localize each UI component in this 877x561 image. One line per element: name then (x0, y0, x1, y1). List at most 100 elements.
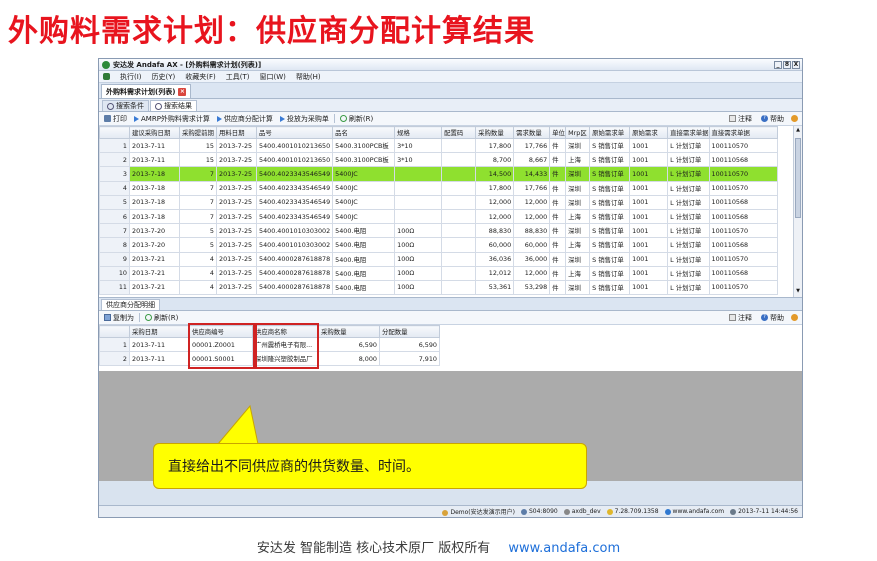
table-cell[interactable]: 8,700 (475, 152, 515, 168)
table-cell[interactable]: 100110570 (708, 180, 778, 196)
table-cell[interactable]: 36,036 (475, 251, 515, 267)
menu-favorites[interactable]: 收藏夹(F) (185, 72, 216, 82)
table-cell[interactable]: 2013-7-11 (129, 152, 180, 168)
table-cell[interactable]: 12,000 (475, 208, 515, 225)
tab-search-results[interactable]: 搜索结果 (150, 100, 197, 111)
table-cell[interactable]: L 计划订单 (667, 265, 710, 281)
lower-refresh-button[interactable]: 刷新(R) (143, 312, 180, 323)
table-cell[interactable] (441, 237, 477, 253)
table-cell[interactable]: 5400.4001010303002 (255, 223, 334, 239)
table-cell[interactable]: 14,500 (475, 166, 515, 182)
table-cell[interactable]: 100110568 (708, 194, 778, 210)
table-cell[interactable]: 深圳 (565, 194, 591, 210)
table-cell[interactable]: 60,000 (513, 237, 551, 253)
table-cell[interactable]: 1001 (629, 279, 669, 296)
table-cell[interactable]: 100Ω (394, 237, 443, 253)
table-row[interactable]: 3 2013-7-18 7 2013-7-25 5400.4023343546549 54… (99, 166, 778, 182)
table-cell[interactable]: 100110568 (708, 265, 778, 281)
table-cell[interactable]: 8,667 (513, 152, 551, 168)
maximize-button[interactable]: 8 (783, 60, 791, 69)
table-cell[interactable]: 12,000 (475, 194, 515, 210)
table-cell[interactable]: 2013-7-25 (216, 223, 257, 239)
table-cell[interactable]: 深圳 (565, 180, 591, 196)
table-cell[interactable]: L 计划订单 (667, 166, 710, 182)
table-cell[interactable]: S 销售订单 (589, 152, 631, 168)
table-cell[interactable]: L 计划订单 (667, 180, 710, 196)
table-cell[interactable]: 5 (179, 237, 217, 253)
table-cell[interactable] (441, 208, 477, 225)
table-cell[interactable] (441, 194, 477, 210)
table-cell[interactable]: 7,910 (379, 351, 440, 367)
table-cell[interactable]: 2013-7-20 (129, 223, 180, 239)
column-header[interactable]: 配置码 (441, 126, 477, 139)
table-cell[interactable]: 2013-7-21 (129, 251, 180, 267)
table-cell[interactable]: 7 (179, 166, 217, 182)
table-cell[interactable]: 件 (549, 137, 567, 154)
table-cell[interactable]: 7 (179, 208, 217, 225)
table-cell[interactable]: 2013-7-25 (216, 279, 257, 296)
table-cell[interactable] (441, 251, 477, 267)
column-header[interactable]: 原始需求单 (589, 126, 631, 139)
table-cell[interactable] (441, 180, 477, 196)
column-header[interactable]: 采购日期 (129, 325, 190, 338)
column-header[interactable]: 品号 (255, 126, 334, 139)
table-cell[interactable]: 2013-7-21 (129, 279, 180, 296)
table-cell[interactable]: 6,590 (318, 336, 380, 353)
table-cell[interactable]: 53,298 (513, 279, 551, 296)
table-cell[interactable]: S 销售订单 (589, 180, 631, 196)
table-cell[interactable]: 100Ω (394, 223, 443, 239)
table-cell[interactable]: 100110568 (708, 152, 778, 168)
release-po-button[interactable]: 投放为采购单 (278, 113, 331, 124)
table-cell[interactable]: 1001 (629, 208, 669, 225)
table-cell[interactable]: 1001 (629, 152, 669, 168)
lower-note-button[interactable]: 注释 (727, 312, 754, 323)
table-cell[interactable]: 1001 (629, 251, 669, 267)
table-cell[interactable]: 5400JC (332, 166, 396, 182)
table-cell[interactable]: 件 (549, 180, 567, 196)
table-cell[interactable]: 2013-7-25 (216, 137, 257, 154)
table-cell[interactable]: 5400.电阻 (332, 279, 396, 296)
table-cell[interactable]: 深圳 (565, 223, 591, 239)
table-cell[interactable]: 深圳 (565, 279, 591, 296)
table-cell[interactable]: 2013-7-25 (216, 251, 257, 267)
table-cell[interactable] (441, 279, 477, 296)
table-cell[interactable]: 100110570 (708, 279, 778, 296)
table-row[interactable]: 4 2013-7-18 7 2013-7-25 5400.4023343546549 54… (99, 180, 778, 196)
table-cell[interactable]: 2013-7-25 (216, 208, 257, 225)
table-cell[interactable]: 8,000 (318, 351, 380, 367)
tab-search-criteria[interactable]: 搜索条件 (102, 100, 149, 111)
menu-history[interactable]: 历史(Y) (152, 72, 176, 82)
print-button[interactable]: 打印 (102, 113, 129, 124)
table-cell[interactable]: 17,800 (475, 137, 515, 154)
table-cell[interactable]: 60,000 (475, 237, 515, 253)
column-header[interactable]: 分配数量 (379, 325, 440, 338)
table-cell[interactable] (441, 152, 477, 168)
table-cell[interactable]: 件 (549, 279, 567, 296)
table-cell[interactable]: 4 (179, 279, 217, 296)
table-cell[interactable]: 100110570 (708, 166, 778, 182)
table-cell[interactable]: 5400.4023343546549 (255, 166, 334, 182)
table-cell[interactable]: 88,830 (513, 223, 551, 239)
table-cell[interactable]: S 销售订单 (589, 194, 631, 210)
table-cell[interactable]: 14,433 (513, 166, 551, 182)
table-cell[interactable]: 深圳 (565, 166, 591, 182)
table-cell[interactable]: 深圳 (565, 251, 591, 267)
table-cell[interactable]: 100Ω (394, 279, 443, 296)
table-cell[interactable]: 100110568 (708, 208, 778, 225)
main-grid-scrollbar[interactable]: ▲ ▼ (793, 126, 802, 297)
table-cell[interactable]: 100Ω (394, 265, 443, 281)
table-cell[interactable]: 2013-7-20 (129, 237, 180, 253)
table-row[interactable]: 1 2013-7-11 15 2013-7-25 5400.4001010213650 5… (99, 137, 778, 154)
table-row[interactable]: 10 2013-7-21 4 2013-7-25 5400.4000287618878 5… (99, 265, 778, 281)
tab-supplier-allocation[interactable]: 供应商分配明细 (101, 299, 160, 310)
table-cell[interactable]: L 计划订单 (667, 208, 710, 225)
column-header[interactable]: 单位 (549, 126, 567, 139)
table-cell[interactable]: 1001 (629, 237, 669, 253)
column-header[interactable]: 品名 (332, 126, 396, 139)
table-cell[interactable]: S 销售订单 (589, 265, 631, 281)
table-cell[interactable]: 1001 (629, 223, 669, 239)
table-cell[interactable]: 件 (549, 251, 567, 267)
table-cell[interactable]: S 销售订单 (589, 223, 631, 239)
table-cell[interactable]: 1001 (629, 194, 669, 210)
table-cell[interactable] (441, 265, 477, 281)
